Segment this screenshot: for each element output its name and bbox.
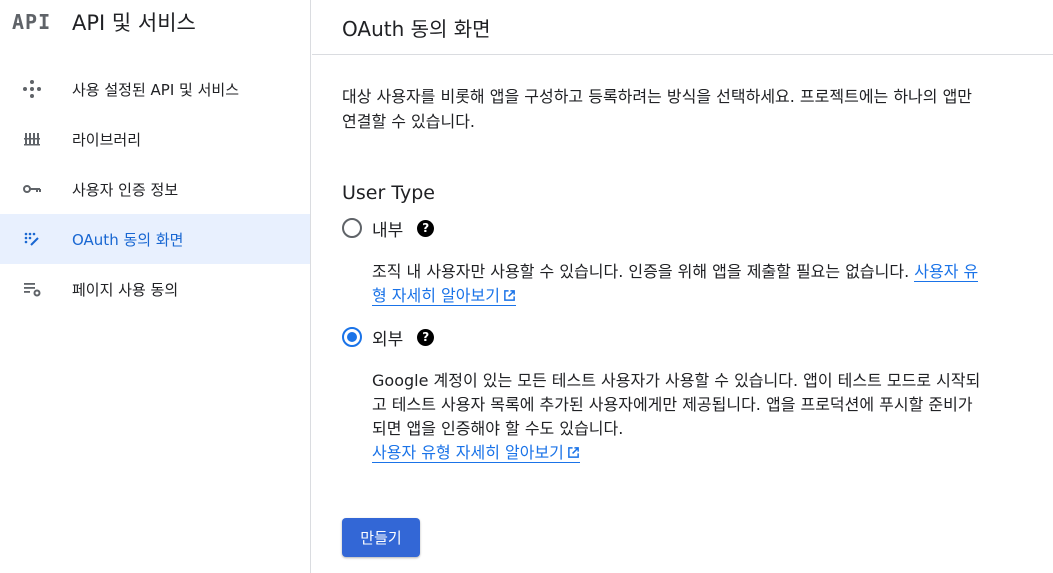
- sidebar-item-label: 페이지 사용 동의: [72, 280, 179, 299]
- consent-content: 대상 사용자를 비롯해 앱을 구성하고 등록하려는 방식을 선택하세요. 프로젝…: [312, 55, 992, 557]
- internal-label[interactable]: 내부: [372, 216, 403, 241]
- external-option: 외부 ?: [342, 325, 992, 350]
- sidebar-nav: 사용 설정된 API 및 서비스 라이브러리 사용자 인증 정보 OAuth 동…: [0, 64, 310, 314]
- list-settings-icon: [22, 279, 42, 299]
- sidebar-item-library[interactable]: 라이브러리: [0, 114, 310, 164]
- diamond-dots-icon: [22, 79, 42, 99]
- sidebar-item-enabled-apis[interactable]: 사용 설정된 API 및 서비스: [0, 64, 310, 114]
- internal-description: 조직 내 사용자만 사용할 수 있습니다. 인증을 위해 앱을 제출할 필요는 …: [372, 260, 982, 308]
- external-description: Google 계정이 있는 모든 테스트 사용자가 사용할 수 있습니다. 앱이…: [372, 369, 982, 465]
- app-root: API API 및 서비스 사용 설정된 API 및 서비스 라이브러리 사용자…: [0, 0, 1053, 573]
- sidebar-item-credentials[interactable]: 사용자 인증 정보: [0, 164, 310, 214]
- external-learn-more-link[interactable]: 사용자 유형 자세히 알아보기: [372, 443, 580, 463]
- library-icon: [22, 129, 42, 149]
- page-title: OAuth 동의 화면: [342, 16, 491, 41]
- external-description-text: Google 계정이 있는 모든 테스트 사용자가 사용할 수 있습니다. 앱이…: [372, 371, 981, 438]
- intro-text: 대상 사용자를 비롯해 앱을 구성하고 등록하려는 방식을 선택하세요. 프로젝…: [342, 87, 973, 131]
- sidebar-item-oauth-consent[interactable]: OAuth 동의 화면: [0, 214, 310, 264]
- sidebar-item-label: 사용 설정된 API 및 서비스: [72, 80, 240, 99]
- sidebar-item-label: 라이브러리: [72, 130, 142, 149]
- internal-option: 내부 ?: [342, 216, 992, 241]
- user-type-title: User Type: [342, 182, 435, 204]
- external-link-icon: [504, 290, 515, 301]
- sidebar-item-label: OAuth 동의 화면: [72, 230, 184, 249]
- internal-radio[interactable]: [342, 218, 362, 238]
- external-radio[interactable]: [342, 327, 362, 347]
- sidebar: API API 및 서비스 사용 설정된 API 및 서비스 라이브러리 사용자…: [0, 0, 311, 573]
- help-icon[interactable]: ?: [417, 219, 435, 237]
- sidebar-item-label: 사용자 인증 정보: [72, 180, 179, 199]
- help-icon[interactable]: ?: [417, 328, 435, 346]
- main-panel: OAuth 동의 화면 대상 사용자를 비롯해 앱을 구성하고 등록하려는 방식…: [312, 0, 1053, 573]
- create-button[interactable]: 만들기: [342, 518, 420, 557]
- external-link-icon: [568, 447, 579, 458]
- external-label[interactable]: 외부: [372, 325, 403, 350]
- page-header: OAuth 동의 화면: [312, 0, 1053, 55]
- sidebar-item-page-consent[interactable]: 페이지 사용 동의: [0, 264, 310, 314]
- internal-description-text: 조직 내 사용자만 사용할 수 있습니다. 인증을 위해 앱을 제출할 필요는 …: [372, 262, 915, 281]
- sidebar-header: API API 및 서비스: [0, 0, 310, 44]
- oauth-consent-icon: [22, 229, 42, 249]
- key-icon: [22, 179, 42, 199]
- sidebar-title: API 및 서비스: [72, 11, 196, 35]
- api-logo: API: [12, 10, 52, 34]
